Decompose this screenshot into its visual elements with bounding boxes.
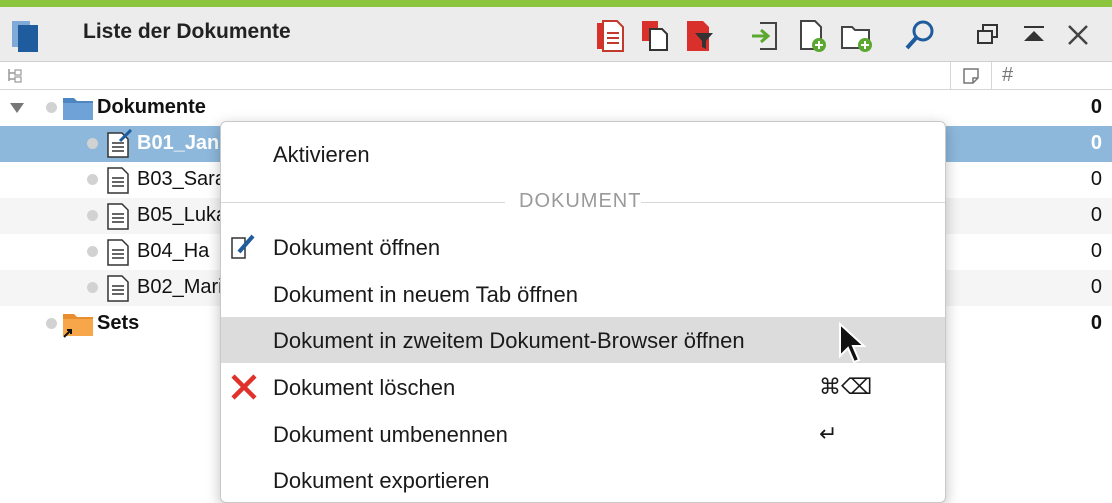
- tree-count: 0: [1090, 312, 1102, 334]
- search-button[interactable]: [900, 15, 940, 55]
- tree-count: 0: [1090, 204, 1102, 226]
- tree-count: 0: [1090, 168, 1102, 190]
- status-dot: [87, 246, 98, 257]
- tree-label: Dokumente: [97, 96, 206, 118]
- new-doc-icon: [800, 20, 826, 52]
- column-header-row: #: [0, 62, 1112, 90]
- sets-folder-icon: [63, 314, 93, 338]
- window-titlebar: Liste der Dokumente: [0, 7, 1112, 62]
- shortcut-label: ⌘⌫: [819, 375, 873, 400]
- status-dot: [46, 102, 57, 113]
- filter-docs-button[interactable]: [680, 15, 720, 55]
- section-divider: [641, 202, 945, 203]
- new-folder-button[interactable]: [836, 15, 876, 55]
- menu-item-open-new-tab[interactable]: Dokument in neuem Tab öffnen: [221, 271, 945, 317]
- context-menu: Aktivieren DOKUMENT Dokument öffnen Doku…: [220, 121, 946, 503]
- float-window-icon: [977, 24, 998, 44]
- shortcut-label: ↵: [819, 422, 838, 447]
- document-icon: [107, 239, 129, 266]
- document-icon: [107, 167, 129, 194]
- new-doc-button[interactable]: [792, 15, 832, 55]
- count-column-header[interactable]: #: [991, 62, 1112, 89]
- memo-column-header[interactable]: [950, 62, 991, 89]
- status-dot: [87, 138, 98, 149]
- copy-docs-icon: [642, 21, 668, 51]
- tree-count: 0: [1090, 132, 1102, 154]
- menu-item-activate[interactable]: Aktivieren: [221, 131, 945, 177]
- menu-item-label: Dokument in neuem Tab öffnen: [273, 282, 578, 307]
- window-accent-bar: [0, 0, 1112, 7]
- tree-icon[interactable]: [6, 67, 24, 85]
- memo-icon: [963, 68, 979, 84]
- menu-item-open[interactable]: Dokument öffnen: [221, 224, 945, 270]
- status-dot: [87, 174, 98, 185]
- doc-list-icon: [597, 20, 624, 52]
- folder-icon: [63, 98, 93, 120]
- section-divider: [221, 202, 505, 203]
- delete-x-icon: [231, 374, 257, 400]
- search-icon: [905, 20, 934, 50]
- tree-count: 0: [1090, 96, 1102, 118]
- edit-document-icon: [231, 234, 255, 259]
- tree-label: B01_Jan: [137, 132, 220, 154]
- menu-item-rename[interactable]: Dokument umbenennen ↵: [221, 411, 945, 457]
- menu-item-delete[interactable]: Dokument löschen ⌘⌫: [221, 364, 945, 410]
- menu-item-label: Dokument löschen: [273, 375, 456, 400]
- status-dot: [87, 282, 98, 293]
- tree-count: 0: [1090, 276, 1102, 298]
- filter-icon: [687, 21, 713, 51]
- collapse-up-icon: [1024, 26, 1044, 41]
- menu-item-label: Dokument in zweitem Dokument-Browser öff…: [273, 328, 745, 353]
- status-dot: [46, 318, 57, 329]
- menu-section-dokument: DOKUMENT: [221, 182, 945, 222]
- count-header-label: #: [1002, 64, 1014, 86]
- section-title: DOKUMENT: [519, 190, 642, 212]
- window-title: Liste der Dokumente: [83, 20, 291, 43]
- document-edit-icon: [107, 129, 133, 158]
- menu-item-label: Dokument umbenennen: [273, 422, 508, 447]
- import-button[interactable]: [745, 15, 785, 55]
- document-icon: [107, 203, 129, 230]
- tree-label: B04_Ha: [137, 240, 210, 262]
- expand-triangle-icon[interactable]: [9, 102, 25, 114]
- float-window-button[interactable]: [968, 15, 1008, 55]
- menu-item-open-second-browser[interactable]: Dokument in zweitem Dokument-Browser öff…: [221, 317, 945, 363]
- document-icon: [107, 275, 129, 302]
- close-button[interactable]: [1058, 15, 1098, 55]
- close-icon: [1068, 25, 1088, 45]
- tree-count: 0: [1090, 240, 1102, 262]
- menu-item-label: Dokument öffnen: [273, 235, 441, 260]
- import-icon: [752, 22, 777, 50]
- mouse-cursor-icon: [839, 322, 867, 364]
- new-folder-icon: [841, 26, 872, 52]
- copy-docs-button[interactable]: [635, 15, 675, 55]
- menu-item-label: Aktivieren: [273, 142, 370, 167]
- status-dot: [87, 210, 98, 221]
- menu-item-label: Dokument exportieren: [273, 468, 490, 493]
- collapse-up-button[interactable]: [1014, 15, 1054, 55]
- doc-list-app-icon: [12, 21, 38, 52]
- tree-label: Sets: [97, 312, 140, 334]
- menu-item-export[interactable]: Dokument exportieren: [221, 457, 945, 502]
- doc-list-button[interactable]: [590, 15, 630, 55]
